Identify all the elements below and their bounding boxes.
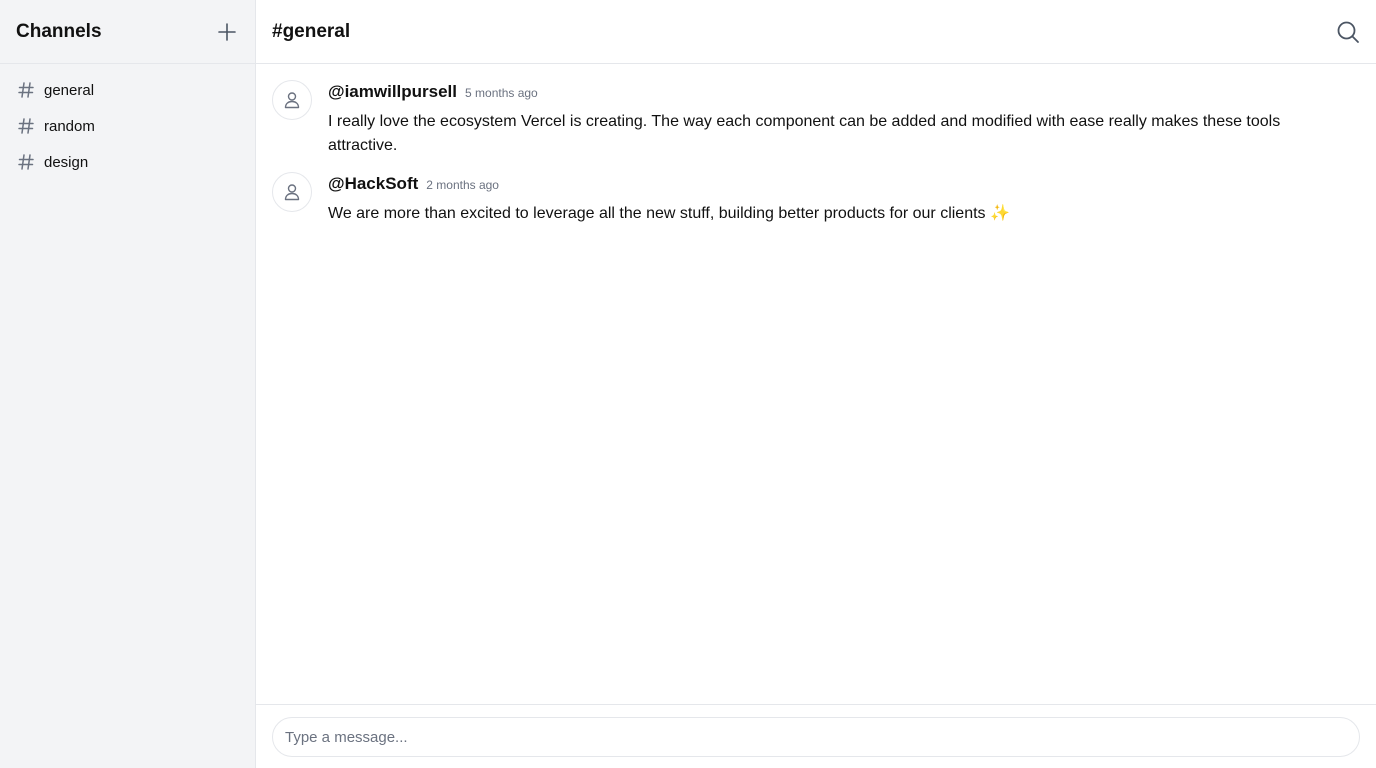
user-icon — [284, 92, 300, 109]
message-body: @HackSoft 2 months ago We are more than … — [328, 172, 1360, 226]
sidebar-title: Channels — [16, 20, 102, 42]
channel-item-design[interactable]: design — [0, 144, 255, 180]
avatar — [272, 172, 312, 212]
main-panel: #general @iamwillpursell 5 months ago I — [256, 0, 1376, 768]
message-composer — [256, 704, 1376, 768]
message-author[interactable]: @HackSoft — [328, 174, 418, 194]
channel-header: #general — [256, 0, 1376, 64]
channel-label: general — [44, 81, 95, 99]
message-item: @iamwillpursell 5 months ago I really lo… — [272, 80, 1360, 158]
hash-icon — [16, 152, 36, 172]
channel-item-general[interactable]: general — [0, 72, 255, 108]
channel-label: random — [44, 117, 95, 135]
avatar — [272, 80, 312, 120]
message-item: @HackSoft 2 months ago We are more than … — [272, 172, 1360, 226]
message-text: We are more than excited to leverage all… — [328, 205, 1010, 222]
sidebar: Channels general random design — [0, 0, 256, 768]
search-button[interactable] — [1336, 20, 1360, 44]
hash-icon — [16, 116, 36, 136]
message-timestamp: 2 months ago — [426, 178, 499, 192]
add-channel-button[interactable] — [215, 20, 239, 44]
channel-title: #general — [272, 20, 351, 42]
search-icon — [1337, 21, 1359, 43]
user-icon — [284, 184, 300, 201]
hash-icon — [16, 80, 36, 100]
plus-icon — [218, 22, 236, 41]
channel-item-random[interactable]: random — [0, 108, 255, 144]
message-meta: @HackSoft 2 months ago — [328, 174, 1360, 198]
message-author[interactable]: @iamwillpursell — [328, 82, 457, 102]
message-body: @iamwillpursell 5 months ago I really lo… — [328, 80, 1360, 158]
channel-label: design — [44, 153, 89, 171]
message-meta: @iamwillpursell 5 months ago — [328, 82, 1360, 106]
sidebar-header: Channels — [0, 0, 255, 64]
message-timestamp: 5 months ago — [465, 86, 538, 100]
message-input[interactable] — [272, 717, 1360, 757]
message-text: I really love the ecosystem Vercel is cr… — [328, 113, 1281, 154]
message-list: @iamwillpursell 5 months ago I really lo… — [256, 64, 1376, 704]
channel-list: general random design — [0, 64, 255, 180]
